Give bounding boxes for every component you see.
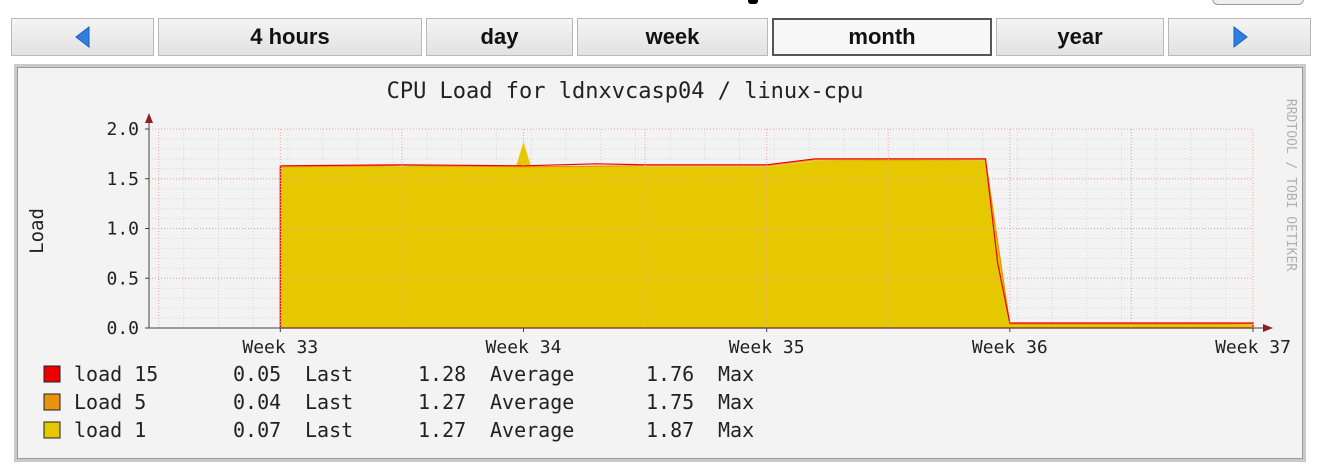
- range-day-button[interactable]: day: [426, 18, 573, 56]
- legend-last-word: Last: [305, 418, 353, 442]
- x-tick-label: Week 36: [972, 337, 1048, 358]
- range-week-button[interactable]: week: [577, 18, 768, 56]
- x-tick-label: Week 35: [729, 337, 805, 358]
- prev-period-button[interactable]: [11, 18, 154, 56]
- y-tick-label: 0.0: [106, 318, 139, 339]
- legend-series-name: load 15: [74, 362, 158, 386]
- triangle-left-icon: [74, 26, 89, 48]
- legend-swatch: [43, 393, 61, 411]
- graph-panel: CPU Load for ldnxvcasp04 / linux-cpu Loa…: [14, 64, 1306, 462]
- range-month-button[interactable]: month: [772, 18, 992, 56]
- legend-max-value: 1.87: [646, 418, 694, 442]
- legend-last-word: Last: [305, 362, 353, 386]
- legend-row: Load 5 0.04 Last 1.27 Average 1.75 Max: [43, 390, 754, 414]
- time-range-nav: 4 hours day week month year: [11, 18, 1311, 58]
- range-4-hours-button[interactable]: 4 hours: [158, 18, 422, 56]
- clipped-control[interactable]: [1212, 0, 1304, 5]
- legend-last-value: 0.04: [233, 390, 281, 414]
- legend-swatch: [43, 365, 61, 383]
- clipped-title-fragment: [748, 0, 758, 4]
- legend-swatch: [43, 421, 61, 439]
- legend-average-word: Average: [490, 362, 574, 386]
- legend-last-word: Last: [305, 390, 353, 414]
- cpu-load-graph: CPU Load for ldnxvcasp04 / linux-cpu Loa…: [26, 79, 1298, 442]
- y-tick-label: 1.5: [106, 169, 139, 190]
- next-period-button[interactable]: [1168, 18, 1311, 56]
- legend-average-word: Average: [490, 418, 574, 442]
- top-strip: [0, 0, 1322, 10]
- legend-last-value: 0.07: [233, 418, 281, 442]
- legend: load 15 0.05 Last 1.28 Average 1.76 Max Load 5 0…: [43, 362, 754, 442]
- legend-last-value: 0.05: [233, 362, 281, 386]
- legend-series-name: load 1: [74, 418, 146, 442]
- x-tick-label: Week 34: [486, 337, 562, 358]
- y-tick-label: 0.5: [106, 268, 139, 289]
- x-ticks: Week 33 Week 34 Week 35 Week 36 Week 37: [242, 328, 1291, 358]
- y-axis-arrow: [145, 113, 153, 123]
- legend-average-value: 1.27: [418, 418, 466, 442]
- y-ticks: 0.0 0.5 1.0 1.5 2.0: [106, 119, 149, 339]
- chart-title: CPU Load for ldnxvcasp04 / linux-cpu: [387, 79, 864, 104]
- legend-max-value: 1.76: [646, 362, 694, 386]
- y-axis-label: Load: [26, 208, 48, 254]
- legend-max-value: 1.75: [646, 390, 694, 414]
- legend-max-word: Max: [718, 362, 754, 386]
- triangle-right-icon: [1233, 26, 1248, 48]
- legend-average-value: 1.27: [418, 390, 466, 414]
- y-tick-label: 2.0: [106, 119, 139, 140]
- y-tick-label: 1.0: [106, 219, 139, 240]
- legend-max-word: Max: [718, 390, 754, 414]
- legend-average-value: 1.28: [418, 362, 466, 386]
- range-year-button[interactable]: year: [996, 18, 1164, 56]
- legend-max-word: Max: [718, 418, 754, 442]
- legend-row: load 1 0.07 Last 1.27 Average 1.87 Max: [43, 418, 754, 442]
- x-axis-arrow: [1263, 324, 1273, 332]
- legend-row: load 15 0.05 Last 1.28 Average 1.76 Max: [43, 362, 754, 386]
- rrdtool-watermark: RRDTOOL / TOBI OETIKER: [1283, 99, 1298, 271]
- x-tick-label: Week 33: [242, 337, 318, 358]
- legend-average-word: Average: [490, 390, 574, 414]
- legend-series-name: Load 5: [74, 390, 146, 414]
- x-tick-label: Week 37: [1215, 337, 1291, 358]
